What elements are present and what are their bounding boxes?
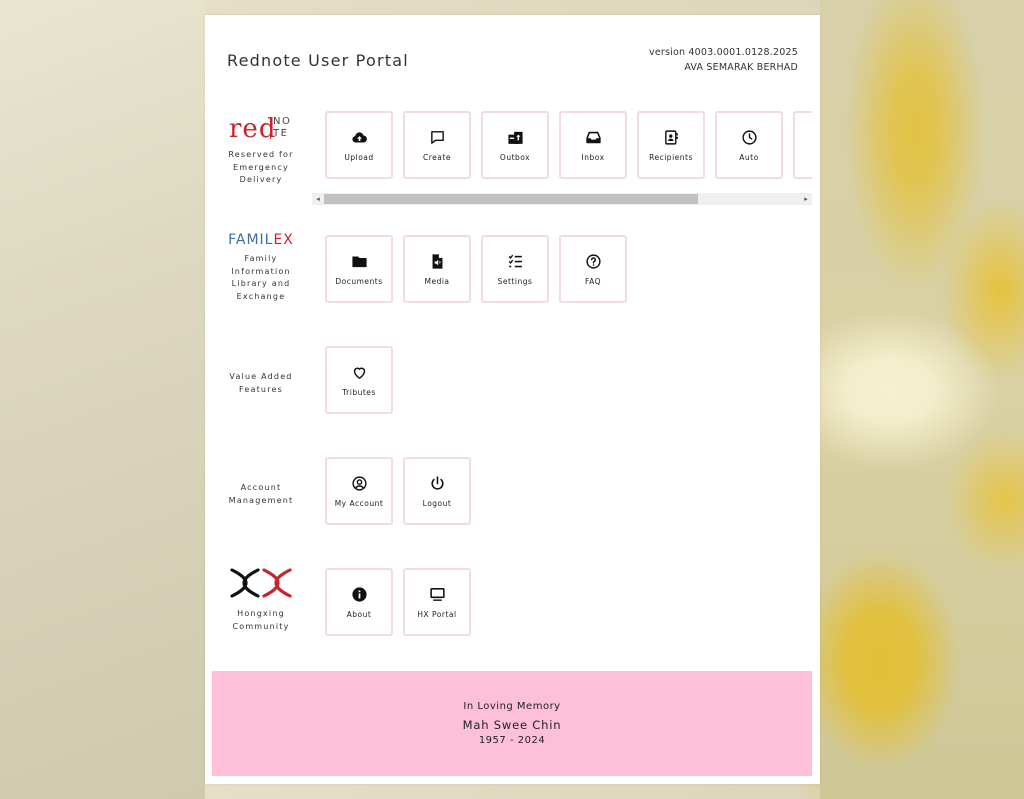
rednote-caption: Reserved for Emergency Delivery: [228, 150, 294, 184]
media-label: Media: [424, 276, 450, 286]
power-icon: [430, 475, 444, 490]
hx-portal-label: HX Portal: [417, 609, 457, 619]
tributes-label: Tributes: [342, 387, 376, 397]
message-square-icon: [430, 130, 444, 144]
scroll-left-arrow-icon[interactable]: ◂: [312, 193, 324, 205]
memorial-years: 1957 - 2024: [478, 735, 546, 746]
outbox-label: Outbox: [499, 152, 531, 162]
settings-button[interactable]: Settings: [481, 235, 549, 303]
inbox-label: Inbox: [581, 152, 605, 162]
logout-button[interactable]: Logout: [403, 457, 471, 525]
outbox-button[interactable]: Outbox: [481, 111, 549, 179]
info-circle-icon: [351, 586, 367, 602]
value-added-caption: Value Added Features: [229, 372, 293, 394]
inbox-icon: [585, 131, 601, 143]
account-caption: Account Management: [228, 483, 294, 505]
recipients-label: Recipients: [649, 152, 693, 162]
folder-icon: [351, 256, 367, 267]
account-tile-row: My Account Logout: [325, 457, 471, 525]
hx-portal-button[interactable]: HX Portal: [403, 568, 471, 636]
documents-label: Documents: [335, 276, 383, 286]
rednote-logo-top: NO: [273, 116, 292, 127]
user-circle-icon: [351, 475, 367, 491]
tributes-button[interactable]: Tributes: [325, 346, 393, 414]
background-right: [820, 0, 1024, 799]
create-button[interactable]: Create: [403, 111, 471, 179]
heart-icon: [353, 367, 365, 379]
faq-button[interactable]: FAQ: [559, 235, 627, 303]
company-name: AVA SEMARAK BERHAD: [684, 62, 798, 73]
clock-icon: [741, 129, 757, 145]
my-account-label: My Account: [334, 498, 384, 508]
hongxing-logo-block: Hongxing Community: [219, 568, 303, 633]
familex-caption: Family Information Library and Exchange: [231, 254, 291, 301]
contact-book-icon: [664, 129, 678, 145]
inbox-button[interactable]: Inbox: [559, 111, 627, 179]
outbox-icon: [507, 131, 523, 144]
cloud-upload-icon: [351, 131, 367, 142]
rednote-logo: red NO TE: [219, 111, 303, 142]
memorial-heading: In Loving Memory: [463, 701, 561, 712]
version-info: version 4003.0001.0128.2025 AVA SEMARAK …: [649, 45, 798, 75]
hongxing-tile-row: About HX Portal: [325, 568, 471, 636]
question-circle-icon: [585, 253, 601, 269]
rednote-logo-bottom: TE: [273, 128, 289, 139]
upload-label: Upload: [344, 152, 374, 162]
auto-button[interactable]: Auto: [715, 111, 783, 179]
checklist-icon: [508, 254, 522, 267]
scroll-right-arrow-icon[interactable]: ▸: [800, 193, 812, 205]
logout-label: Logout: [422, 498, 452, 508]
hongxing-logo: [230, 568, 292, 598]
recipients-button[interactable]: Recipients: [637, 111, 705, 179]
upload-button[interactable]: Upload: [325, 111, 393, 179]
about-button[interactable]: About: [325, 568, 393, 636]
audio-file-icon: [432, 253, 442, 269]
familex-logo-block: FAMILEX Family Information Library and E…: [219, 231, 303, 303]
monitor-icon: [429, 587, 445, 601]
memorial-name: Mah Swee Chin: [462, 718, 562, 732]
page-title: Rednote User Portal: [227, 51, 409, 70]
hongxing-caption: Hongxing Community: [232, 609, 290, 631]
documents-button[interactable]: Documents: [325, 235, 393, 303]
value-added-tile-row: Tributes: [325, 346, 393, 414]
portal-card: Rednote User Portal version 4003.0001.01…: [205, 15, 820, 784]
about-label: About: [346, 609, 372, 619]
partial-tile-button[interactable]: Se: [793, 111, 812, 179]
horizontal-scrollbar[interactable]: ◂ ▸: [312, 193, 812, 205]
background-left: [0, 0, 205, 799]
settings-label: Settings: [497, 276, 533, 286]
auto-label: Auto: [739, 152, 759, 162]
rednote-logo-block: red NO TE Reserved for Emergency Deliver…: [219, 111, 303, 187]
version-line: version 4003.0001.0128.2025: [649, 47, 798, 58]
media-button[interactable]: Media: [403, 235, 471, 303]
my-account-button[interactable]: My Account: [325, 457, 393, 525]
rednote-logo-divider: [270, 117, 271, 139]
memorial-banner: In Loving Memory Mah Swee Chin 1957 - 20…: [212, 671, 812, 776]
familex-logo-part1: FAMIL: [228, 232, 274, 248]
familex-logo: FAMILEX: [219, 231, 303, 249]
familex-logo-part2: EX: [273, 232, 294, 248]
rednote-tile-row: Upload Create Outbox Inbox Recipients Au…: [325, 111, 812, 181]
familex-tile-row: Documents Media Settings FAQ: [325, 235, 627, 303]
faq-label: FAQ: [584, 276, 602, 286]
scrollbar-thumb[interactable]: [324, 194, 698, 204]
create-label: Create: [423, 152, 451, 162]
